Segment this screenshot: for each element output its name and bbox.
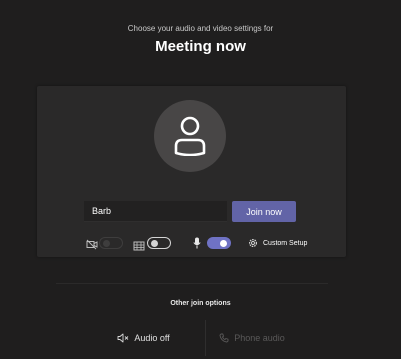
speaker-off-icon bbox=[117, 333, 129, 343]
toggle-knob bbox=[220, 240, 227, 247]
toggle-knob bbox=[103, 240, 110, 247]
camera-toggle[interactable] bbox=[99, 237, 123, 249]
other-join-options-label: Other join options bbox=[170, 300, 231, 307]
page-title: Meeting now bbox=[155, 38, 246, 55]
camera-off-icon bbox=[86, 237, 98, 255]
custom-setup-label: Custom Setup bbox=[263, 239, 308, 247]
background-blur-toggle[interactable] bbox=[147, 237, 171, 249]
join-now-button[interactable]: Join now bbox=[232, 201, 296, 222]
phone-audio-option[interactable]: Phone audio bbox=[207, 320, 297, 356]
gear-icon bbox=[248, 238, 258, 248]
avatar bbox=[154, 100, 226, 172]
phone-audio-label: Phone audio bbox=[234, 333, 285, 343]
custom-setup-button[interactable]: Custom Setup bbox=[248, 236, 307, 250]
subtitle: Choose your audio and video settings for bbox=[127, 24, 274, 33]
person-icon bbox=[174, 116, 206, 156]
audio-off-option[interactable]: Audio off bbox=[82, 320, 206, 356]
background-blur-icon bbox=[133, 238, 145, 256]
phone-icon bbox=[219, 333, 229, 343]
microphone-toggle[interactable] bbox=[207, 237, 231, 249]
name-field[interactable] bbox=[84, 201, 227, 222]
toggle-knob bbox=[151, 240, 158, 247]
audio-off-label: Audio off bbox=[134, 333, 170, 343]
divider bbox=[56, 283, 328, 284]
microphone-icon bbox=[193, 236, 201, 254]
